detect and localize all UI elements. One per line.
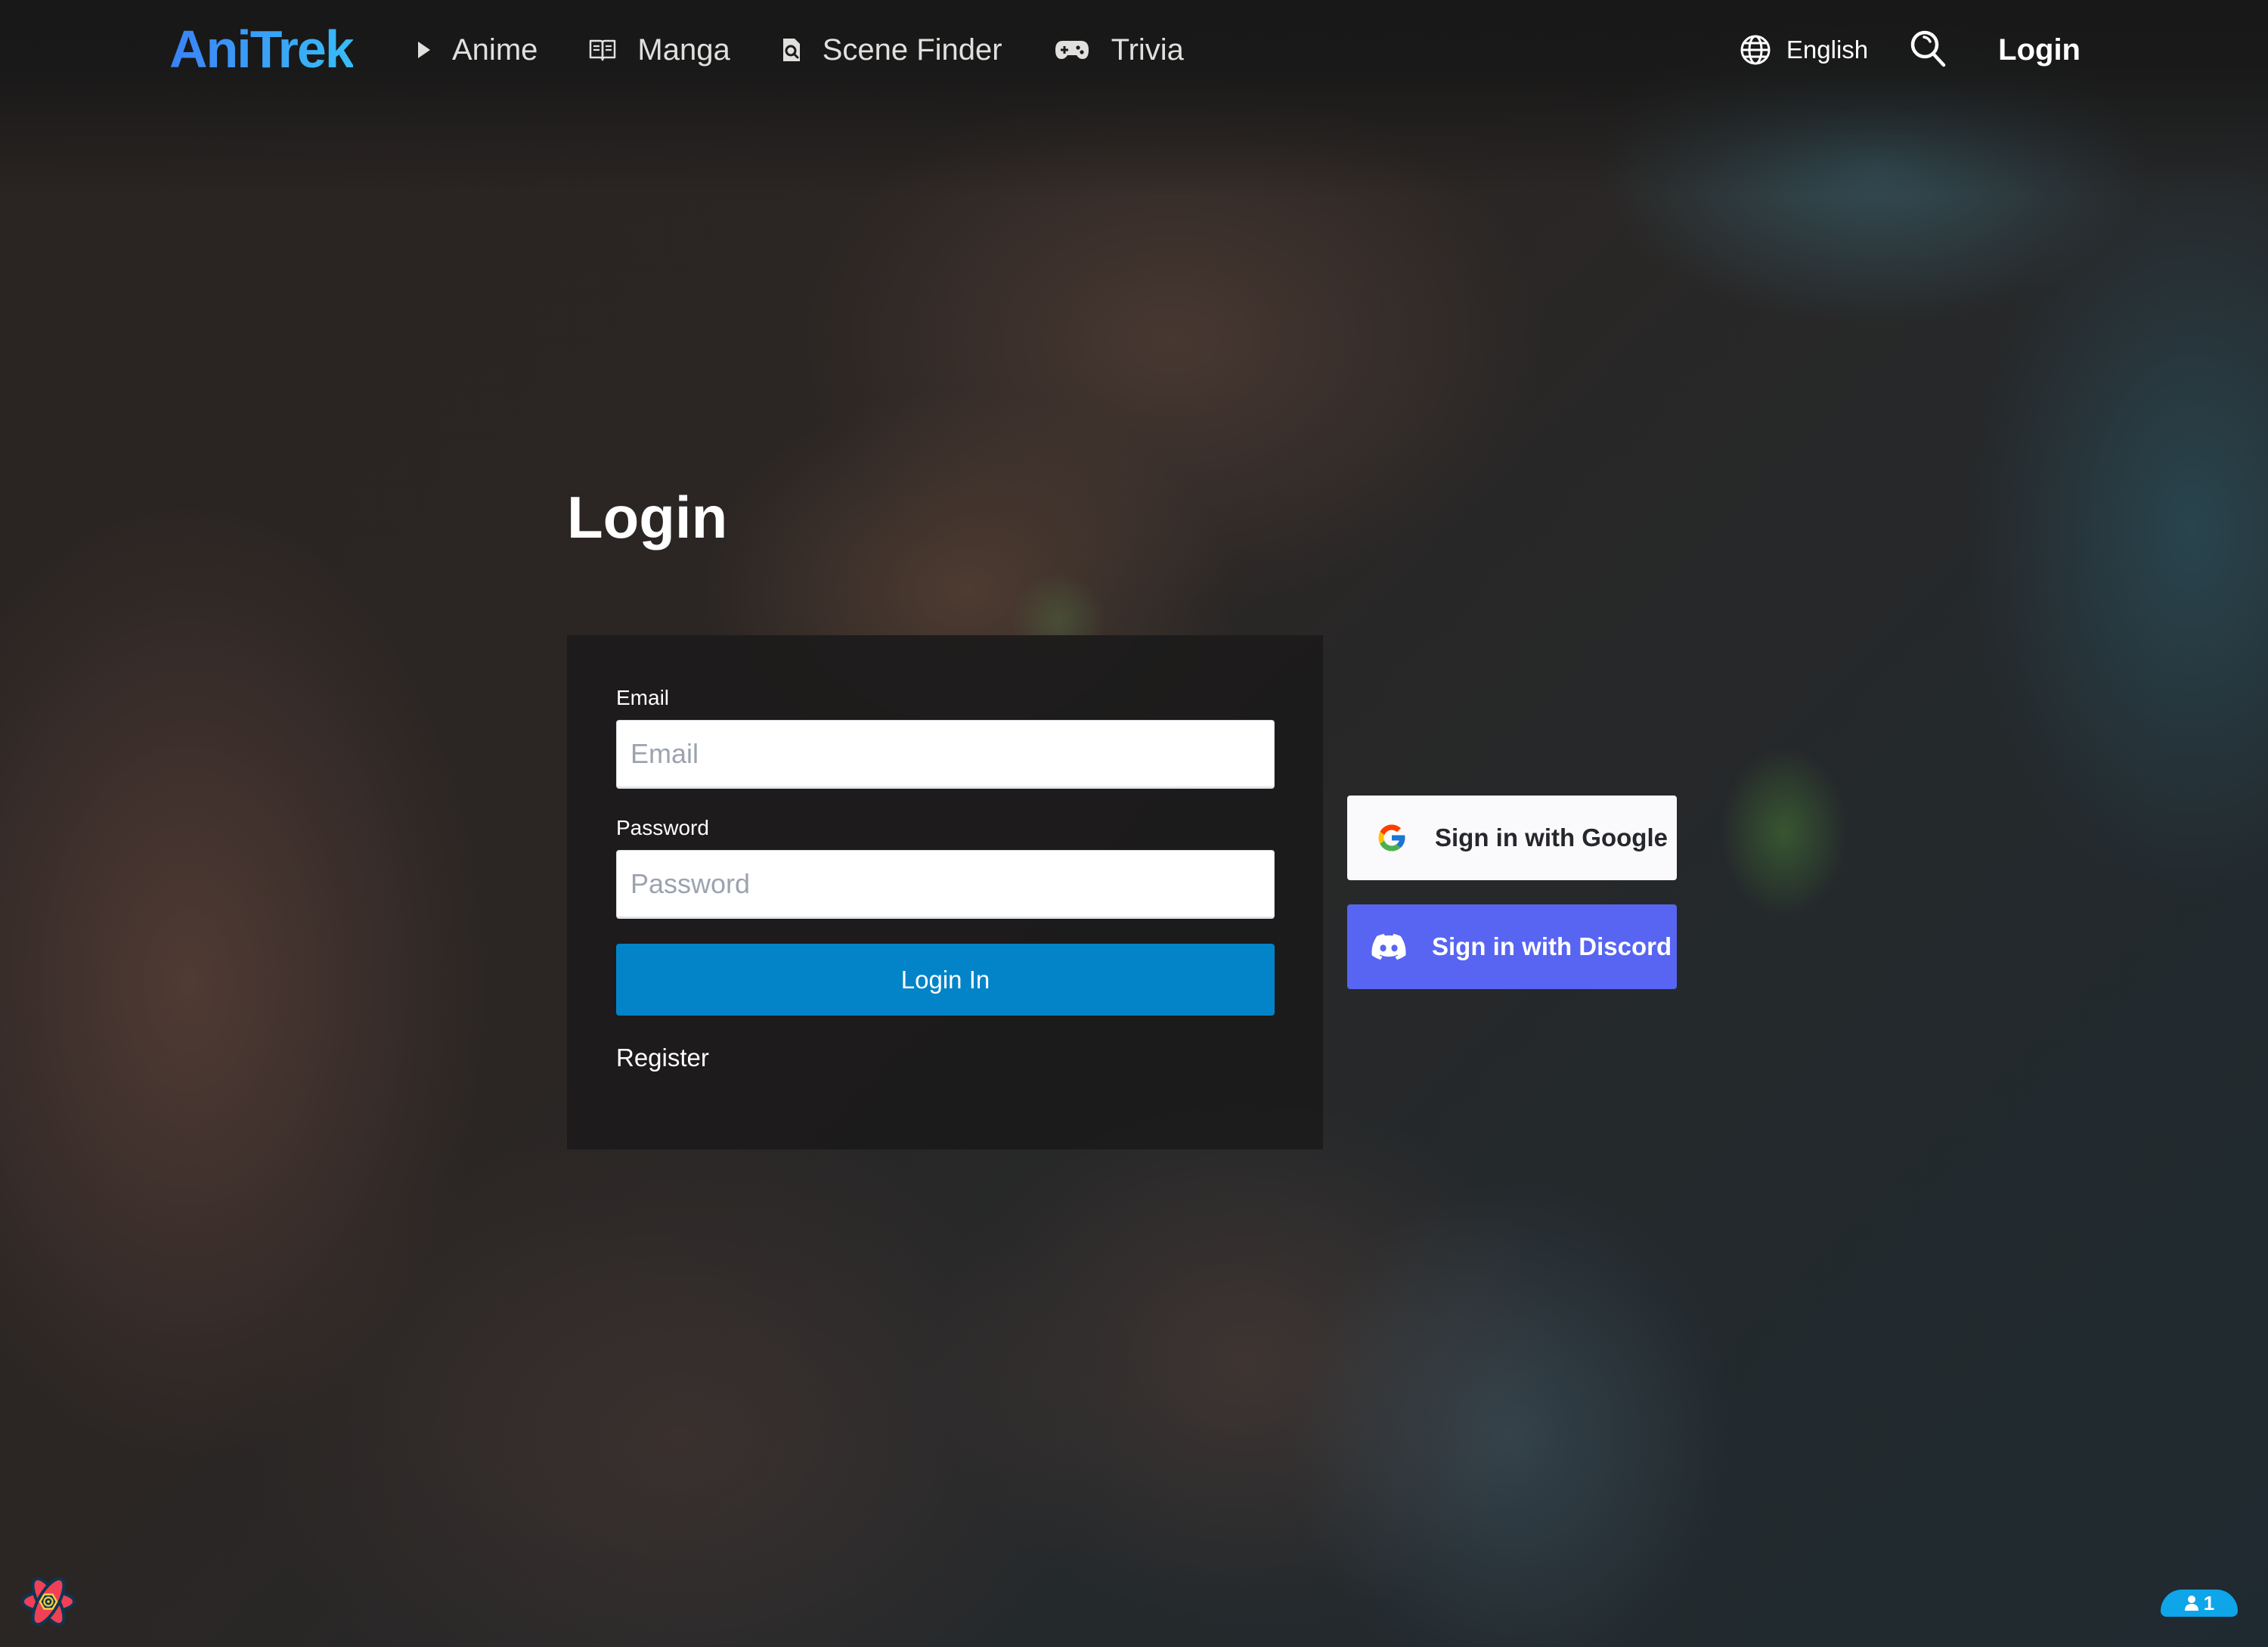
google-icon xyxy=(1376,822,1408,854)
nav-item-scene-finder[interactable]: Scene Finder xyxy=(782,33,1002,67)
play-icon xyxy=(417,41,431,59)
google-signin-label: Sign in with Google xyxy=(1435,824,1668,851)
online-users-badge[interactable]: 1 xyxy=(2161,1590,2238,1617)
site-logo[interactable]: AniTrek xyxy=(169,17,355,82)
nav-item-manga[interactable]: Manga xyxy=(589,33,730,67)
header-login-link[interactable]: Login xyxy=(1998,33,2081,67)
language-label: English xyxy=(1786,36,1869,64)
globe-icon xyxy=(1740,34,1771,66)
book-icon xyxy=(589,39,616,61)
login-page: AniTrek Anime Manga Scene Finder Trivia … xyxy=(0,0,2268,1647)
email-input[interactable] xyxy=(616,720,1275,789)
login-form: Email Password Login In Register xyxy=(567,635,1323,1149)
password-label: Password xyxy=(616,816,709,839)
page-title: Login xyxy=(567,484,728,551)
discord-signin-label: Sign in with Discord xyxy=(1432,932,1672,960)
nav-item-label: Anime xyxy=(452,33,538,67)
login-submit-button[interactable]: Login In xyxy=(616,944,1275,1016)
react-query-devtools-icon xyxy=(18,1577,79,1635)
nav-item-anime[interactable]: Anime xyxy=(417,33,538,67)
nav-item-label: Manga xyxy=(637,33,730,67)
email-label: Email xyxy=(616,686,670,709)
top-navbar: AniTrek Anime Manga Scene Finder Trivia … xyxy=(0,0,2268,98)
gamepad-icon xyxy=(1054,39,1090,60)
search-button[interactable] xyxy=(1909,29,1948,72)
online-users-count: 1 xyxy=(2203,1591,2215,1614)
nav-item-trivia[interactable]: Trivia xyxy=(1054,33,1184,67)
password-input[interactable] xyxy=(616,850,1275,919)
main-nav: Anime Manga Scene Finder Trivia xyxy=(417,26,1235,74)
header-actions: English Login xyxy=(1740,26,2081,74)
discord-signin-button[interactable]: Sign in with Discord xyxy=(1347,904,1677,989)
search-icon xyxy=(1909,29,1948,72)
react-query-devtools-button[interactable] xyxy=(18,1571,79,1632)
discord-icon xyxy=(1371,934,1406,960)
register-link[interactable]: Register xyxy=(616,1044,709,1072)
language-selector[interactable]: English xyxy=(1740,34,1868,66)
user-icon xyxy=(2184,1595,2199,1611)
nav-item-label: Scene Finder xyxy=(822,33,1002,67)
file-search-icon xyxy=(782,37,801,63)
google-signin-button[interactable]: Sign in with Google xyxy=(1347,796,1677,880)
nav-item-label: Trivia xyxy=(1111,33,1184,67)
